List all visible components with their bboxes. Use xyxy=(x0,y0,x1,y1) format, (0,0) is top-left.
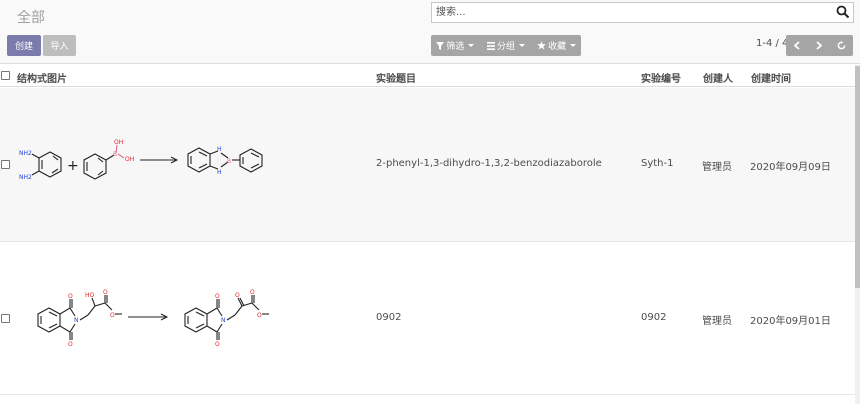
creator: 管理员 xyxy=(702,316,732,327)
hydroxyl-label: OH xyxy=(114,139,123,146)
created-time: 2020年09月01日 xyxy=(750,316,831,327)
page-title: 全部 xyxy=(17,10,45,26)
group-dropdown[interactable]: 分组 xyxy=(482,35,531,56)
column-structure[interactable]: 结构式图片 xyxy=(17,70,67,85)
boron-label: B xyxy=(113,151,117,158)
import-button[interactable]: 导入 xyxy=(43,35,76,56)
amine-label: NH2 xyxy=(19,174,32,181)
filter-dropdown[interactable]: 筛选 xyxy=(431,35,480,56)
select-all-checkbox[interactable] xyxy=(1,71,10,80)
nh-label: H xyxy=(217,146,222,153)
hydroxyl-label: HO xyxy=(85,292,95,299)
control-panel: 全部 创建 导入 筛选 分组 收藏 1-4 / 4 xyxy=(0,0,860,64)
chevron-left-icon xyxy=(793,41,800,50)
amine-label: NH2 xyxy=(19,150,32,157)
oxygen-label: O xyxy=(235,292,240,299)
row-checkbox[interactable] xyxy=(1,314,10,323)
oxygen-label: O xyxy=(110,312,115,319)
column-code[interactable]: 实验编号 xyxy=(641,70,681,85)
oxygen-label: O xyxy=(250,289,255,296)
search-icon[interactable] xyxy=(836,5,850,19)
refresh-icon xyxy=(837,41,846,50)
plus-sign: + xyxy=(67,158,79,174)
pager-previous-button[interactable] xyxy=(786,35,808,56)
nitrogen-label: N xyxy=(74,317,79,324)
column-creator[interactable]: 创建人 xyxy=(703,70,733,85)
table-row[interactable]: O O N HO O O O O N O O O 0902 0902 管理员 2… xyxy=(0,242,855,395)
chevron-down-icon xyxy=(468,44,475,47)
star-icon xyxy=(537,41,547,50)
oxygen-label: O xyxy=(68,293,73,300)
chevron-right-icon xyxy=(816,41,823,50)
structure-image: O O N HO O O O O N O O O xyxy=(37,289,269,348)
oxygen-label: O xyxy=(215,341,220,348)
create-button[interactable]: 创建 xyxy=(7,35,41,56)
column-title[interactable]: 实验题目 xyxy=(376,70,416,85)
created-time: 2020年09月09日 xyxy=(750,162,831,173)
oxygen-label: O xyxy=(257,312,262,319)
boron-label: B xyxy=(227,158,231,165)
table-row[interactable]: NH2 NH2 + B OH OH H H B 2-phenyl-1,3-dih… xyxy=(0,88,855,242)
search-box[interactable] xyxy=(431,2,854,23)
pager-next-button[interactable] xyxy=(808,35,830,56)
table-header: 结构式图片 实验题目 实验编号 创建人 创建时间 xyxy=(0,65,855,87)
experiment-title: 0902 xyxy=(376,312,402,323)
experiment-code: Syth-1 xyxy=(641,158,674,169)
pager-value[interactable]: 1-4 / 4 xyxy=(756,38,788,49)
menu-icon xyxy=(487,41,495,50)
structure-image: NH2 NH2 + B OH OH H H B xyxy=(19,139,263,181)
experiment-title: 2-phenyl-1,3-dihydro-1,3,2-benzodiazabor… xyxy=(376,158,602,169)
column-created-time[interactable]: 创建时间 xyxy=(751,70,791,85)
row-checkbox[interactable] xyxy=(1,160,10,169)
scrollbar-thumb[interactable] xyxy=(855,66,860,288)
chevron-down-icon xyxy=(570,44,577,47)
hydroxyl-label: OH xyxy=(125,156,134,163)
search-input[interactable] xyxy=(432,3,827,22)
pager-buttons xyxy=(786,35,853,56)
oxygen-label: O xyxy=(68,341,73,348)
nitrogen-label: N xyxy=(221,317,226,324)
oxygen-label: O xyxy=(215,293,220,300)
favorite-dropdown[interactable]: 收藏 xyxy=(532,35,581,56)
filter-icon xyxy=(436,41,445,50)
experiment-code: 0902 xyxy=(641,312,667,323)
refresh-button[interactable] xyxy=(831,35,853,56)
group-label: 分组 xyxy=(497,42,516,52)
nh-label: H xyxy=(217,169,222,176)
creator: 管理员 xyxy=(702,162,732,173)
filter-label: 筛选 xyxy=(446,42,465,52)
favorite-label: 收藏 xyxy=(548,42,567,52)
chevron-down-icon xyxy=(519,44,526,47)
search-options: 筛选 分组 收藏 xyxy=(431,35,581,56)
oxygen-label: O xyxy=(103,289,108,296)
